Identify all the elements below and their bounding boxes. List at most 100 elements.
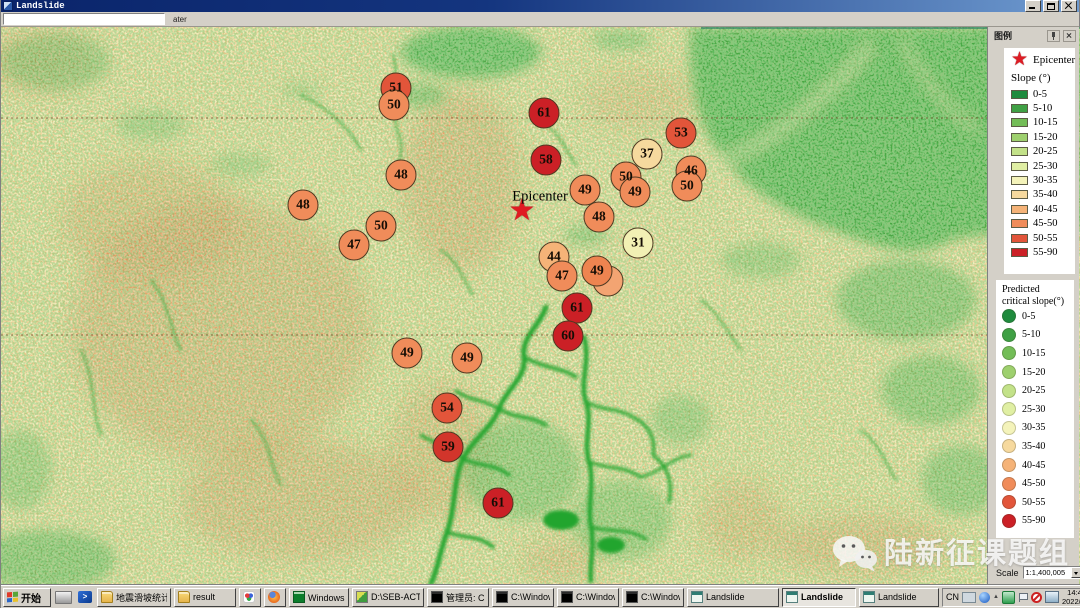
toolbar: ater	[1, 12, 1079, 27]
slope-legend-title: Slope (°)	[1011, 72, 1075, 84]
up-arrow-icon[interactable]: ▲	[993, 594, 999, 600]
legend-item: 5-10	[1002, 326, 1074, 345]
language-indicator[interactable]: CN	[946, 592, 959, 602]
legend-epicenter-star-icon: ★	[1011, 53, 1028, 67]
legend-item: 10-15	[1002, 344, 1074, 363]
legend-circle-swatch	[1002, 458, 1016, 472]
legend-circle-swatch	[1002, 495, 1016, 509]
legend-item: 25-30	[1011, 159, 1075, 173]
browser-icon[interactable]	[979, 592, 990, 603]
legend-range-label: 45-50	[1033, 218, 1058, 229]
taskbar-button-label: C:\Windows...	[641, 592, 680, 602]
legend-range-label: 15-20	[1033, 132, 1058, 143]
powershell-icon[interactable]: >	[76, 589, 94, 605]
map-point-label: 60	[561, 328, 575, 344]
minimize-button[interactable]	[1025, 0, 1041, 12]
scale-dropdown-icon[interactable]	[1071, 567, 1080, 578]
pin-icon[interactable]	[1047, 30, 1060, 42]
map-point-label: 46	[684, 163, 698, 179]
taskbar-button[interactable]: C:\Windows...	[492, 588, 554, 607]
legend-item: 50-55	[1002, 493, 1074, 512]
legend-range-label: 45-50	[1022, 478, 1045, 489]
map-point-label: 49	[590, 263, 604, 279]
legend-color-swatch	[1011, 104, 1028, 113]
map-point-label: 48	[394, 167, 408, 183]
network-icon[interactable]	[1045, 591, 1059, 603]
legend-range-label: 30-35	[1033, 175, 1058, 186]
app-window: Landslide ater	[0, 0, 1080, 608]
folder-icon	[101, 591, 113, 603]
toolbar-input[interactable]	[3, 13, 165, 25]
taskbar-button-label: 管理员: C:...	[446, 591, 485, 604]
legend-range-label: 25-30	[1022, 404, 1045, 415]
legend-item: 45-50	[1002, 474, 1074, 493]
system-tray: CN ▲ 14:47 2022/9/5	[942, 588, 1080, 607]
legend-range-label: 40-45	[1033, 204, 1058, 215]
taskbar-button[interactable]: Landslide	[859, 588, 939, 607]
legend-range-label: 55-90	[1033, 247, 1058, 258]
panel-close-icon[interactable]	[1063, 30, 1076, 42]
legend-item: 35-40	[1002, 437, 1074, 456]
start-button[interactable]: 开始	[3, 588, 51, 607]
landslide-icon	[786, 591, 798, 603]
taskbar-button[interactable]: C:\Windows...	[557, 588, 619, 607]
start-button-label: 开始	[21, 590, 41, 605]
keyboard-icon[interactable]	[962, 592, 976, 603]
cmd-icon	[561, 591, 573, 603]
taskbar-button[interactable]: result	[174, 588, 236, 607]
legend-color-swatch	[1011, 234, 1028, 243]
blocked-icon[interactable]	[1031, 592, 1042, 603]
legend-item: 20-25	[1002, 381, 1074, 400]
map-point-label: 50	[374, 218, 388, 234]
legend-panel: 图例 ★ Epicenter Slope (°) 0-55-1010-1515-…	[987, 27, 1079, 585]
map-point-label: 47	[347, 237, 361, 253]
epicenter-label: Epicenter	[512, 189, 568, 206]
legend-range-label: 55-90	[1022, 515, 1045, 526]
legend-item: 55-90	[1011, 245, 1075, 259]
map-canvas[interactable]: 5150484850476158533750464949504831444749…	[1, 27, 1080, 585]
taskbar-button[interactable]: Landslide	[782, 588, 856, 607]
taskbar-button[interactable]: Windows 任...	[289, 588, 349, 607]
critical-slope-legend: Predicted critical slope(°) 0-55-1010-15…	[996, 280, 1074, 538]
map-point-label: 49	[460, 350, 474, 366]
taskbar: 开始 > 地震滑坡统计...result Windows 任... D:\SEB-A…	[1, 585, 1080, 608]
green-app-icon[interactable]	[1002, 591, 1015, 604]
legend-range-label: 0-5	[1033, 89, 1047, 100]
taskbar-button[interactable]: 管理员: C:...	[427, 588, 489, 607]
folder-icon	[178, 591, 190, 603]
taskbar-button[interactable]: 地震滑坡统计...	[97, 588, 171, 607]
taskbar-button[interactable]	[239, 588, 261, 607]
legend-range-label: 20-25	[1022, 385, 1045, 396]
critical-slope-legend-title: Predicted critical slope(°)	[1002, 284, 1068, 307]
printer-icon[interactable]	[54, 589, 72, 605]
slope-legend: ★ Epicenter Slope (°) 0-55-1010-1515-202…	[1004, 48, 1075, 274]
map-point-label: 61	[570, 300, 584, 316]
map-point-label: 53	[674, 125, 688, 141]
taskbar-button[interactable]: C:\Windows...	[622, 588, 684, 607]
taskbar-clock: 14:47 2022/9/5	[1062, 588, 1080, 606]
taskbar-button[interactable]: D:\SEB-ACT...	[352, 588, 424, 607]
legend-circle-swatch	[1002, 421, 1016, 435]
map-point-label: 37	[640, 146, 654, 162]
legend-color-swatch	[1011, 118, 1028, 127]
taskbar-button[interactable]	[264, 588, 286, 607]
legend-panel-title: 图例	[994, 29, 1012, 42]
map-point-label: 61	[491, 495, 505, 511]
flag-icon[interactable]	[1018, 592, 1028, 603]
maximize-button[interactable]	[1043, 0, 1059, 12]
taskbar-button[interactable]: Landslide	[687, 588, 779, 607]
legend-circle-swatch	[1002, 309, 1016, 323]
map-point-label: 51	[389, 80, 403, 96]
legend-item: 5-10	[1011, 101, 1075, 115]
close-button[interactable]	[1061, 0, 1077, 12]
map-point-label: 47	[555, 268, 569, 284]
taskmgr-icon	[293, 591, 305, 603]
legend-range-label: 25-30	[1033, 161, 1058, 172]
legend-item: 25-30	[1002, 400, 1074, 419]
legend-range-label: 35-40	[1033, 189, 1058, 200]
legend-range-label: 35-40	[1022, 441, 1045, 452]
legend-item: 50-55	[1011, 231, 1075, 245]
legend-range-label: 30-35	[1022, 422, 1045, 433]
legend-item: 35-40	[1011, 188, 1075, 202]
taskbar-button-label: Windows 任...	[308, 591, 345, 604]
